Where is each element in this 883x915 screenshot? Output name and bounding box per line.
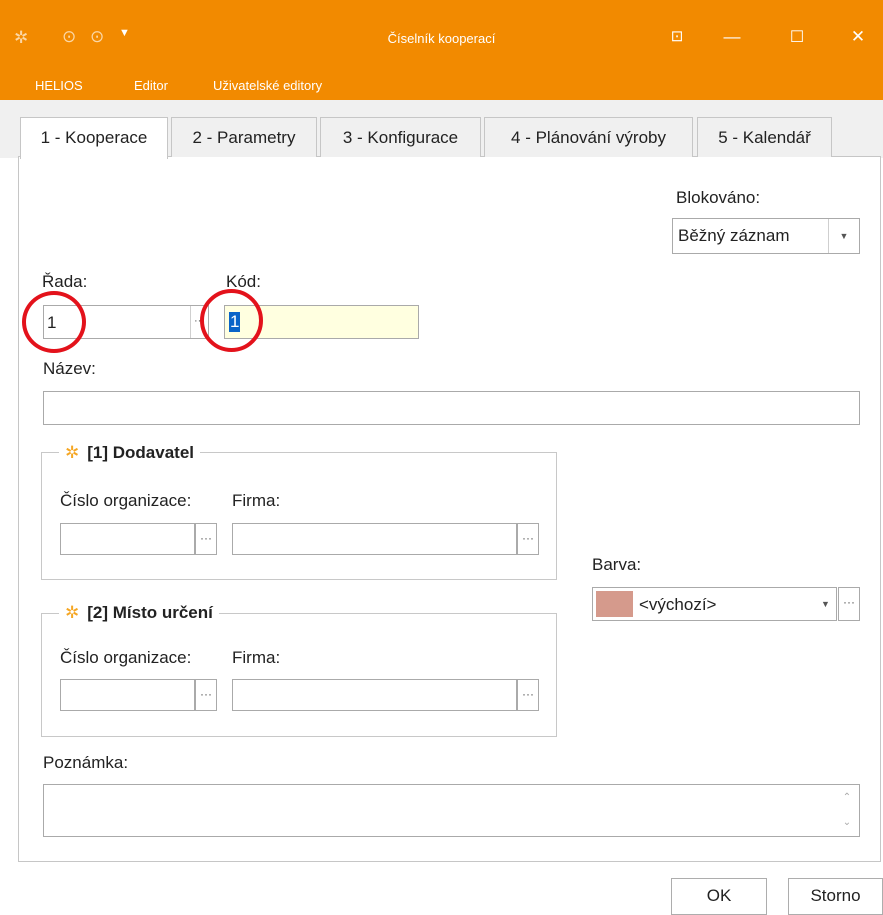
- storno-button[interactable]: Storno: [788, 878, 883, 915]
- helios-icon[interactable]: ✲: [14, 28, 28, 48]
- tab-parametry[interactable]: 2 - Parametry: [171, 117, 317, 157]
- misto-urceni-title[interactable]: ✲ [2] Místo určení: [59, 603, 219, 623]
- forward-circle-icon[interactable]: ⊙: [90, 27, 104, 47]
- menu-helios[interactable]: HELIOS: [35, 78, 83, 93]
- misto-urceni-group: [41, 613, 557, 737]
- dodavatel-cislo-ellipsis-button[interactable]: ···: [195, 523, 217, 555]
- dodavatel-cislo-input[interactable]: [60, 523, 195, 555]
- window-title: Číselník kooperací: [387, 31, 496, 46]
- tab-konfigurace[interactable]: 3 - Konfigurace: [320, 117, 481, 157]
- dodavatel-title[interactable]: ✲ [1] Dodavatel: [59, 443, 200, 463]
- misto-cislo-ellipsis-button[interactable]: ···: [195, 679, 217, 711]
- dodavatel-firma-ellipsis-button[interactable]: ···: [517, 523, 539, 555]
- nazev-input[interactable]: [43, 391, 860, 425]
- misto-firma-ellipsis-button[interactable]: ···: [517, 679, 539, 711]
- minimize-icon[interactable]: —: [717, 27, 747, 47]
- blokovano-select[interactable]: Běžný záznam ▼: [672, 218, 860, 254]
- pin-icon[interactable]: ⊡: [662, 27, 692, 45]
- color-swatch: [596, 591, 633, 617]
- poznamka-label: Poznámka:: [43, 753, 129, 772]
- close-icon[interactable]: ✕: [843, 27, 873, 47]
- annotation-circle: [22, 291, 86, 353]
- blokovano-value: Běžný záznam: [678, 226, 790, 245]
- star-icon: ✲: [65, 603, 80, 622]
- poznamka-textarea[interactable]: ⌃ ⌄: [43, 784, 860, 837]
- misto-cislo-input[interactable]: [60, 679, 195, 711]
- barva-select[interactable]: <výchozí> ▼: [592, 587, 837, 621]
- chevron-down-icon[interactable]: ▼: [828, 219, 859, 253]
- menu-editor[interactable]: Editor: [134, 78, 168, 93]
- barva-label: Barva:: [592, 555, 642, 574]
- dodavatel-firma-input[interactable]: [232, 523, 517, 555]
- barva-ellipsis-button[interactable]: ···: [838, 587, 860, 621]
- tab-kooperace[interactable]: 1 - Kooperace: [20, 117, 168, 159]
- tab-planovani-vyroby[interactable]: 4 - Plánování výroby: [484, 117, 693, 157]
- barva-value: <výchozí>: [639, 595, 717, 614]
- maximize-icon[interactable]: ☐: [782, 27, 812, 47]
- dodavatel-firma-label: Firma:: [232, 491, 281, 510]
- back-circle-icon[interactable]: ⊙: [62, 27, 76, 47]
- menu-bar: [0, 76, 883, 100]
- star-icon: ✲: [65, 443, 80, 462]
- menu-uzivatelske-editory[interactable]: Uživatelské editory: [213, 78, 322, 93]
- misto-firma-input[interactable]: [232, 679, 517, 711]
- dodavatel-cislo-label: Číslo organizace:: [60, 491, 192, 510]
- annotation-circle: [200, 289, 263, 352]
- nazev-label: Název:: [43, 359, 96, 378]
- misto-firma-label: Firma:: [232, 648, 281, 667]
- blokovano-label: Blokováno:: [676, 188, 761, 207]
- rada-label: Řada:: [42, 272, 88, 291]
- ok-button[interactable]: OK: [671, 878, 767, 915]
- quick-access-dropdown-icon[interactable]: ▼: [119, 27, 130, 39]
- misto-cislo-label: Číslo organizace:: [60, 648, 192, 667]
- chevron-down-icon[interactable]: ▼: [815, 588, 836, 620]
- scrollbar[interactable]: ⌃ ⌄: [836, 785, 858, 836]
- tab-kalendar[interactable]: 5 - Kalendář: [697, 117, 832, 157]
- dodavatel-group: [41, 452, 557, 580]
